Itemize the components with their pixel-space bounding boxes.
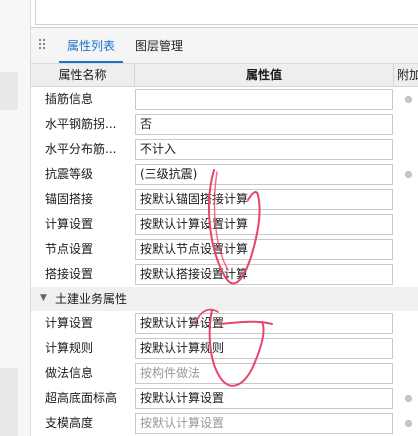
- property-name: 计算设置: [45, 217, 94, 231]
- property-name: 插筋信息: [45, 92, 94, 106]
- property-row: 计算设置 按默认计算设置: [31, 311, 418, 336]
- property-value-field[interactable]: 按构件做法: [135, 363, 393, 384]
- collapse-caret-icon[interactable]: ▼: [40, 293, 47, 303]
- tab-layer-management[interactable]: 图层管理: [127, 28, 191, 63]
- property-row: 水平钢筋拐... 否: [31, 112, 418, 137]
- property-name: 水平钢筋拐...: [45, 117, 117, 131]
- left-dock-block: [0, 72, 18, 110]
- property-value-field[interactable]: 按默认计算设置: [135, 413, 393, 434]
- column-header-name: 属性名称: [31, 64, 135, 86]
- property-value-field[interactable]: 否: [135, 114, 393, 135]
- extra-option-radio[interactable]: [405, 171, 412, 178]
- property-value-field[interactable]: 按默认计算规则: [135, 338, 393, 359]
- property-value-field[interactable]: 按默认节点设置计算: [135, 239, 393, 260]
- property-name: 计算规则: [45, 341, 94, 355]
- property-value-field[interactable]: 按默认锚固搭接计算: [135, 189, 393, 210]
- property-table-header: 属性名称 属性值 附加: [31, 64, 418, 87]
- drag-grip-icon[interactable]: [39, 39, 47, 51]
- property-name: 计算设置: [45, 316, 94, 330]
- property-value-field[interactable]: 不计入: [135, 139, 393, 160]
- property-name: 水平分布筋...: [45, 142, 117, 156]
- property-name: 超高底面标高: [45, 391, 118, 405]
- tab-bar: 属性列表 图层管理: [31, 28, 418, 64]
- group-title: 土建业务属性: [55, 292, 128, 306]
- property-row: 插筋信息: [31, 87, 418, 112]
- property-row: 做法信息 按构件做法: [31, 361, 418, 386]
- property-row: 抗震等级 (三级抗震): [31, 162, 418, 187]
- property-row: 搭接设置 按默认搭接设置计算: [31, 262, 418, 287]
- group-header-civil-properties[interactable]: ▼ 土建业务属性: [31, 287, 418, 311]
- property-value-field[interactable]: (三级抗震): [135, 164, 393, 185]
- top-panel: [31, 0, 418, 28]
- extra-option-radio[interactable]: [405, 96, 412, 103]
- property-value-field[interactable]: 按默认计算设置: [135, 313, 393, 334]
- extra-option-radio[interactable]: [405, 395, 412, 402]
- property-name: 抗震等级: [45, 167, 94, 181]
- tab-property-list[interactable]: 属性列表: [59, 28, 124, 63]
- properties-panel: 属性列表 图层管理 属性名称 属性值 附加 插筋信息 水平钢筋拐... 否水平分布筋…: [31, 28, 418, 436]
- property-row: 计算设置 按默认计算设置计算: [31, 212, 418, 237]
- property-name: 节点设置: [45, 242, 94, 256]
- property-value-field[interactable]: 按默认计算设置: [135, 388, 393, 409]
- property-name: 支模高度: [45, 416, 94, 430]
- property-row: 锚固搭接 按默认锚固搭接计算: [31, 187, 418, 212]
- top-panel-content: [35, 0, 418, 25]
- property-value-field[interactable]: [135, 89, 393, 110]
- extra-option-radio[interactable]: [405, 420, 412, 427]
- property-name: 锚固搭接: [45, 192, 94, 206]
- property-row: 支模高度 按默认计算设置: [31, 411, 418, 436]
- property-name: 做法信息: [45, 366, 94, 380]
- left-dock-strip: [0, 0, 31, 436]
- property-name: 搭接设置: [45, 267, 94, 281]
- property-row: 节点设置 按默认节点设置计算: [31, 237, 418, 262]
- property-row: 计算规则 按默认计算规则: [31, 336, 418, 361]
- property-row: 超高底面标高 按默认计算设置: [31, 386, 418, 411]
- property-value-field[interactable]: 按默认搭接设置计算: [135, 264, 393, 285]
- property-value-field[interactable]: 按默认计算设置计算: [135, 214, 393, 235]
- column-header-extra: 附加: [397, 68, 418, 82]
- column-header-value: 属性值: [135, 64, 394, 86]
- left-dock-block: [0, 368, 18, 436]
- property-row: 水平分布筋... 不计入: [31, 137, 418, 162]
